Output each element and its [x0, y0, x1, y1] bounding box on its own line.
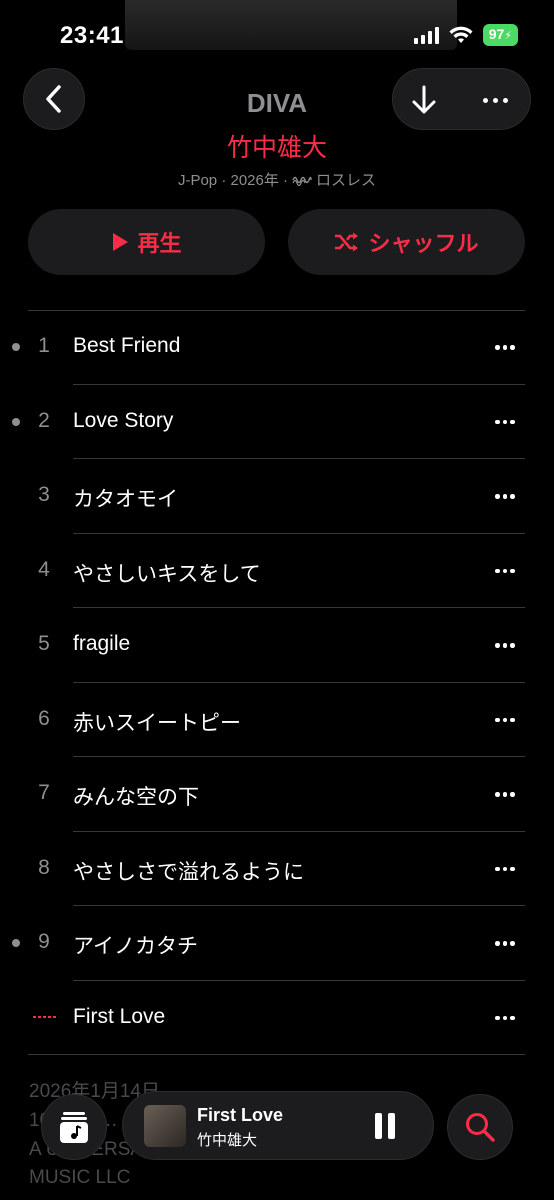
track-number: 2	[38, 408, 50, 432]
track-number: 1	[38, 334, 50, 358]
mini-player[interactable]: First Love 竹中雄大	[122, 1091, 434, 1160]
ellipsis-icon	[495, 792, 500, 797]
track-title: みんな空の下	[73, 786, 199, 810]
wifi-icon	[449, 26, 473, 43]
track-more-button[interactable]	[490, 412, 520, 432]
track-title: やさしいキスをして	[73, 562, 261, 586]
row-divider	[28, 1054, 525, 1055]
track-row[interactable]: First Love	[0, 981, 554, 1055]
copyright-label: MUSIC LLC	[29, 1167, 131, 1188]
mini-player-artist: 竹中雄大	[197, 1132, 258, 1149]
track-row[interactable]: 7 みんな空の下	[0, 757, 554, 832]
downloaded-indicator	[12, 939, 20, 948]
ellipsis-icon	[495, 494, 500, 499]
track-number: 3	[38, 483, 50, 507]
album-meta: J-Pop · 2026年 · ロスレス	[0, 169, 554, 190]
library-icon	[60, 1112, 88, 1143]
battery-indicator: 97⚡	[482, 24, 518, 46]
track-number: 4	[38, 557, 50, 581]
track-title: アイノカタチ	[73, 935, 198, 959]
mini-player-artwork	[144, 1105, 186, 1147]
ellipsis-icon	[495, 419, 500, 424]
pause-button[interactable]	[373, 1112, 397, 1140]
track-number: 5	[38, 632, 50, 656]
album-artist[interactable]: 竹中雄大	[0, 128, 554, 164]
downloaded-indicator	[12, 343, 20, 352]
shuffle-button[interactable]: シャッフル	[288, 209, 525, 275]
track-row[interactable]: 9 アイノカタチ	[0, 906, 554, 981]
shuffle-icon	[335, 232, 359, 252]
now-playing-icon	[33, 1015, 57, 1020]
track-more-button[interactable]	[490, 784, 520, 804]
track-more-button[interactable]	[490, 933, 520, 953]
track-number: 6	[38, 706, 50, 730]
track-more-button[interactable]	[490, 859, 520, 879]
ellipsis-icon	[495, 866, 500, 871]
mini-player-title: First Love	[197, 1105, 284, 1125]
ellipsis-icon	[495, 941, 500, 946]
album-meta-text: J-Pop · 2026年 ·	[177, 172, 289, 189]
pause-icon	[375, 1113, 395, 1139]
track-number: 7	[38, 781, 50, 805]
track-title: Best Friend	[73, 334, 181, 358]
track-title: Love Story	[73, 408, 174, 432]
status-time: 23:41	[60, 22, 124, 49]
track-row[interactable]: 6 赤いスイートピー	[0, 683, 554, 757]
track-title: fragile	[73, 632, 131, 656]
track-more-button[interactable]	[490, 710, 520, 730]
search-icon	[466, 1113, 495, 1142]
track-row[interactable]: 2 Love Story	[0, 385, 554, 459]
ellipsis-icon	[495, 568, 500, 573]
track-number: 8	[38, 855, 50, 879]
track-more-button[interactable]	[490, 486, 520, 506]
track-more-button[interactable]	[490, 1008, 520, 1028]
track-number: 9	[38, 930, 50, 954]
album-art-top	[125, 0, 457, 50]
ellipsis-icon	[495, 643, 500, 648]
track-more-button[interactable]	[490, 635, 520, 655]
track-title: 赤いスイートピー	[73, 711, 241, 735]
track-more-button[interactable]	[490, 337, 520, 357]
library-button[interactable]	[41, 1094, 107, 1160]
play-label: 再生	[137, 231, 182, 256]
track-row[interactable]: 8 やさしさで溢れるように	[0, 832, 554, 906]
ellipsis-icon	[495, 345, 500, 350]
album-title: DIVA	[246, 88, 308, 118]
status-icons: 97⚡	[413, 24, 518, 46]
ellipsis-icon	[495, 717, 500, 722]
lossless-label: ロスレス	[316, 172, 377, 189]
battery-level: 97	[488, 26, 505, 42]
play-icon	[113, 233, 129, 251]
track-row[interactable]: 3 カタオモイ	[0, 459, 554, 534]
play-button[interactable]: 再生	[28, 209, 265, 275]
track-row[interactable]: 4 やさしいキスをして	[0, 534, 554, 608]
track-title: First Love	[73, 1004, 166, 1028]
signal-icon	[413, 26, 439, 44]
downloaded-indicator	[12, 417, 20, 426]
track-title: カタオモイ	[73, 488, 178, 512]
track-title: やさしさで溢れるように	[73, 860, 304, 884]
track-row[interactable]: 1 Best Friend	[0, 310, 554, 385]
lossless-icon	[292, 176, 312, 186]
shuffle-label: シャッフル	[368, 231, 479, 256]
search-button[interactable]	[447, 1094, 513, 1160]
ellipsis-icon	[495, 1015, 500, 1020]
track-more-button[interactable]	[490, 561, 520, 581]
track-row[interactable]: 5 fragile	[0, 608, 554, 683]
